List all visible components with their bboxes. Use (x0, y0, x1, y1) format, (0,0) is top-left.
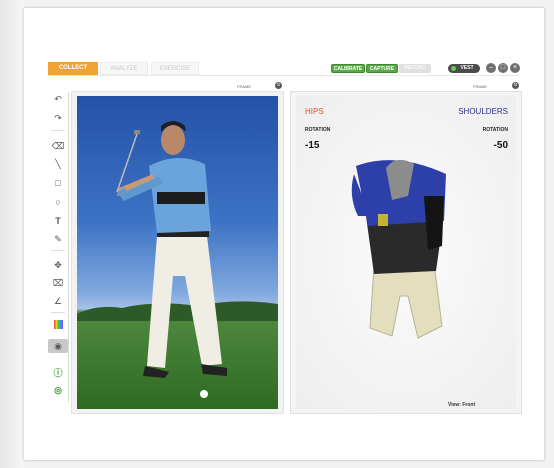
toolbar-divider (51, 130, 65, 131)
circle-icon[interactable]: ○ (48, 195, 68, 209)
shoulders-rotation-value: -50 (493, 140, 508, 151)
hips-rotation-value: -15 (305, 140, 320, 151)
pan-icon[interactable]: ✥ (48, 258, 68, 272)
text-icon[interactable]: T (48, 214, 68, 228)
calibrate-button[interactable]: CALIBRATE (331, 64, 365, 73)
orbit-icon[interactable]: ◎ (48, 383, 68, 397)
frame-settings-icon[interactable]: ⊙ (512, 82, 519, 89)
capture-button[interactable]: CAPTURE (366, 64, 398, 73)
trash-icon[interactable]: ⌧ (48, 276, 68, 290)
shoulders-rotation-label: ROTATION (482, 127, 508, 133)
frame-settings-icon[interactable]: ⊙ (275, 82, 282, 89)
vest-label: VEST (460, 65, 474, 71)
page-shadow (0, 0, 24, 468)
toolbar-divider (51, 312, 65, 313)
sync-icon[interactable]: ⓘ (48, 366, 68, 380)
undo-icon[interactable]: ↶ (48, 92, 68, 106)
record-button[interactable]: RECORD (399, 64, 431, 73)
rectangle-icon[interactable]: □ (48, 176, 68, 190)
frame-label: FRAME (473, 84, 487, 89)
minimize-icon[interactable]: – (486, 63, 496, 73)
frame-label: FRAME (237, 84, 251, 89)
close-icon[interactable]: × (510, 63, 520, 73)
hips-rotation-label: ROTATION (305, 127, 331, 133)
angle-icon[interactable]: ∠ (48, 294, 68, 308)
eraser-icon[interactable]: ⌫ (48, 139, 68, 153)
vest-status-icon (451, 66, 456, 71)
3d-view[interactable] (296, 96, 516, 409)
video-frame[interactable] (77, 96, 278, 409)
redo-icon[interactable]: ↷ (48, 111, 68, 125)
line-icon[interactable]: ╲ (48, 157, 68, 171)
tab-divider (48, 75, 520, 76)
body-model (351, 159, 446, 339)
maximize-icon[interactable]: □ (498, 63, 508, 73)
golfer-image (77, 121, 278, 398)
eye-icon[interactable]: ◉ (48, 339, 68, 353)
toolbar-divider (51, 250, 65, 251)
color-icon[interactable] (48, 318, 68, 332)
tab-exercise[interactable]: EXERCISE (151, 62, 199, 75)
pen-icon[interactable]: ✎ (48, 232, 68, 246)
hips-title: HIPS (305, 107, 324, 116)
shoulders-title: SHOULDERS (458, 107, 508, 116)
tab-analyze[interactable]: ANALYZE (100, 62, 148, 75)
tab-collect[interactable]: COLLECT (48, 62, 98, 75)
view-label: View: Front (448, 402, 476, 408)
